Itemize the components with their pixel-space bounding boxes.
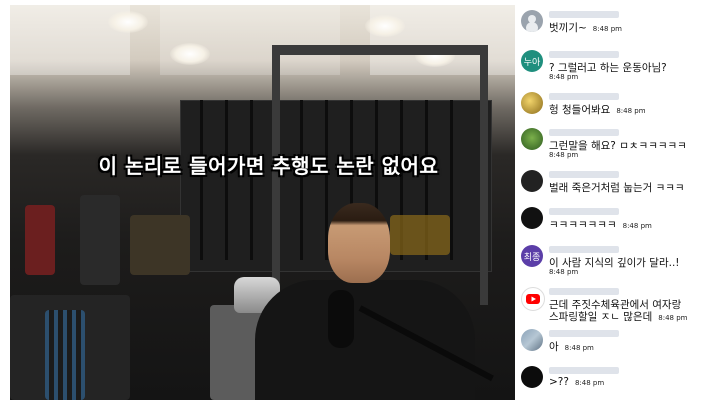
chat-message: 헝 청들어봐요 8:48 pm <box>521 90 711 130</box>
timestamp: 8:48 pm <box>549 268 579 276</box>
wall-slat <box>200 100 203 260</box>
timestamp: 8:48 pm <box>622 222 652 230</box>
ceiling-light <box>170 43 210 65</box>
username-redacted[interactable] <box>549 51 619 58</box>
streamer-head <box>328 203 390 283</box>
message-text: >?? <box>549 376 569 388</box>
username-redacted[interactable] <box>549 11 619 18</box>
message-text: 벗끼기~ <box>549 22 587 34</box>
message-text-line2: 스파링할일 ㅈㄴ 많은데 <box>549 311 653 323</box>
gym-equipment <box>80 195 120 285</box>
image-avatar[interactable] <box>521 170 543 192</box>
chat-message: 그런말을 해요? ㅁㅊㅋㅋㅋㅋㅋ 8:48 pm <box>521 126 711 166</box>
username-redacted[interactable] <box>549 367 619 374</box>
microphone <box>328 290 354 348</box>
chat-message: ㅋㅋㅋㅋㅋㅋㅋ 8:48 pm <box>521 205 711 245</box>
username-redacted[interactable] <box>549 246 619 253</box>
ceiling-light <box>108 11 148 33</box>
chat-message: >?? 8:48 pm <box>521 364 711 404</box>
image-avatar[interactable] <box>521 329 543 351</box>
username-redacted[interactable] <box>549 129 619 136</box>
video-player[interactable] <box>10 5 515 400</box>
rack-crossbar <box>272 45 488 55</box>
subtitle-caption: 이 논리로 들어가면 추행도 논란 없어요 <box>98 154 439 178</box>
message-text: 벌래 죽은거처럼 눕는거 ㅋㅋㅋ <box>549 182 685 194</box>
barbell-rack <box>45 310 85 400</box>
live-chat-panel[interactable]: 벗끼기~ 8:48 pm 누아 ? 그럴러고 하는 운동아님? 8:48 pm 헝… <box>515 0 715 409</box>
timestamp: 8:48 pm <box>549 151 579 159</box>
username-redacted[interactable] <box>549 288 619 295</box>
chat-message: 벗끼기~ 8:48 pm <box>521 8 711 48</box>
streamer-body <box>255 280 475 400</box>
timestamp: 8:48 pm <box>616 107 646 115</box>
image-avatar[interactable] <box>521 92 543 114</box>
stream-frame: 이 논리로 들어가면 추행도 논란 없어요 벗끼기~ 8:48 pm 누아 ? 그… <box>0 0 715 409</box>
gym-equipment <box>390 215 450 255</box>
wall-slat <box>225 100 228 260</box>
chat-message: 벌래 죽은거처럼 눕는거 ㅋㅋㅋ <box>521 168 711 208</box>
chat-message: 최종 이 사람 지식의 깊이가 달라..! 8:48 pm <box>521 243 711 283</box>
timestamp: 8:48 pm <box>574 379 605 387</box>
youtube-icon[interactable] <box>521 287 545 311</box>
username-redacted[interactable] <box>549 330 619 337</box>
message-text: 헝 청들어봐요 <box>549 104 611 116</box>
username-redacted[interactable] <box>549 208 619 215</box>
image-avatar[interactable] <box>521 207 543 229</box>
message-text: 아 <box>549 341 559 353</box>
wall-slat <box>300 100 303 260</box>
wall-slat <box>450 100 453 260</box>
timestamp: 8:48 pm <box>564 344 594 352</box>
chat-message: 누아 ? 그럴러고 하는 운동아님? 8:48 pm <box>521 48 711 88</box>
timestamp: 8:48 pm <box>592 25 622 33</box>
chat-message: 근데 주짓수체육관에서 여자랑 스파링할일 ㅈㄴ 많은데 8:48 pm <box>521 285 711 325</box>
image-avatar[interactable] <box>521 366 543 388</box>
chat-message: 아 8:48 pm <box>521 327 711 367</box>
username-redacted[interactable] <box>549 93 619 100</box>
initials-avatar[interactable]: 최종 <box>521 245 543 267</box>
initials-avatar[interactable]: 누아 <box>521 50 543 72</box>
gym-equipment <box>130 215 190 275</box>
ceiling-light <box>365 15 405 37</box>
username-redacted[interactable] <box>549 171 619 178</box>
image-avatar[interactable] <box>521 128 543 150</box>
person-placeholder-icon[interactable] <box>521 10 543 32</box>
timestamp: 8:48 pm <box>549 73 579 81</box>
message-text: ㅋㅋㅋㅋㅋㅋㅋ <box>549 219 617 231</box>
wall-slat <box>250 100 253 260</box>
timestamp: 8:48 pm <box>658 314 688 322</box>
gym-equipment <box>25 205 55 275</box>
